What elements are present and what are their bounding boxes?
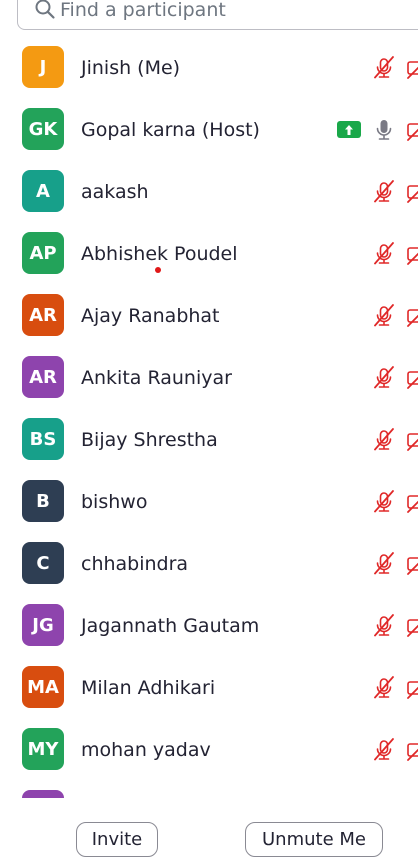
participant-row[interactable]: BS Bijay Shrestha (0, 410, 418, 472)
unmute-me-button[interactable]: Unmute Me (245, 822, 383, 857)
participant-name: aakash (81, 181, 149, 203)
participant-row[interactable]: JG Jagannath Gautam (0, 596, 418, 658)
participant-row[interactable]: MY mohan yadav (0, 720, 418, 782)
avatar: AR (22, 294, 64, 336)
avatar: AP (22, 232, 64, 274)
participant-row[interactable]: AP Abhishek Poudel (0, 224, 418, 286)
footer-bar: Invite Unmute Me (0, 798, 418, 862)
video-off-icon[interactable] (406, 675, 418, 701)
participant-row[interactable]: AR Ajay Ranabhat (0, 286, 418, 348)
participant-row[interactable]: Aaakash (0, 162, 418, 224)
video-off-icon[interactable] (406, 303, 418, 329)
video-off-icon[interactable] (406, 55, 418, 81)
share-screen-icon (337, 121, 361, 138)
search-input[interactable] (60, 0, 400, 22)
participant-name: Gopal karna (Host) (81, 119, 260, 141)
avatar (22, 790, 64, 798)
participant-name: Abhishek Poudel (81, 243, 238, 265)
avatar: J (22, 46, 64, 88)
annotation-dot (155, 267, 161, 273)
muted-mic-icon[interactable] (372, 737, 396, 763)
video-off-icon[interactable] (406, 489, 418, 515)
muted-mic-icon[interactable] (372, 179, 396, 205)
participant-row[interactable]: MA Milan Adhikari (0, 658, 418, 720)
video-off-icon[interactable] (406, 613, 418, 639)
participant-name: chhabindra (81, 553, 189, 575)
muted-mic-icon[interactable] (372, 303, 396, 329)
muted-mic-icon[interactable] (372, 55, 396, 81)
muted-mic-icon[interactable] (372, 365, 396, 391)
muted-mic-icon[interactable] (372, 427, 396, 453)
video-off-icon[interactable] (406, 241, 418, 267)
participant-name: Bijay Shrestha (81, 429, 218, 451)
mic-icon[interactable] (372, 117, 396, 143)
participant-row[interactable]: Bbishwo (0, 472, 418, 534)
search-icon (35, 0, 55, 19)
avatar: C (22, 542, 64, 584)
avatar: MY (22, 728, 64, 770)
muted-mic-icon[interactable] (372, 613, 396, 639)
muted-mic-icon[interactable] (372, 241, 396, 267)
invite-button[interactable]: Invite (76, 822, 158, 857)
participant-list[interactable]: J Jinish (Me) GK Gopal karna (Host) Aaakash A… (0, 38, 418, 798)
video-off-icon[interactable] (406, 117, 418, 143)
participant-row[interactable]: GK Gopal karna (Host) (0, 100, 418, 162)
avatar: MA (22, 666, 64, 708)
video-off-icon[interactable] (406, 551, 418, 577)
participant-name: Ajay Ranabhat (81, 305, 220, 327)
muted-mic-icon[interactable] (372, 551, 396, 577)
avatar: BS (22, 418, 64, 460)
participant-name: Milan Adhikari (81, 677, 216, 699)
video-off-icon[interactable] (406, 737, 418, 763)
avatar: B (22, 480, 64, 522)
muted-mic-icon[interactable] (372, 489, 396, 515)
participant-name: bishwo (81, 491, 148, 513)
avatar: GK (22, 108, 64, 150)
participant-row[interactable] (0, 782, 418, 798)
video-off-icon[interactable] (406, 365, 418, 391)
participant-name: mohan yadav (81, 739, 211, 761)
participant-name: Ankita Rauniyar (81, 367, 232, 389)
avatar: JG (22, 604, 64, 646)
participant-name: Jinish (Me) (81, 57, 181, 79)
participant-row[interactable]: Cchhabindra (0, 534, 418, 596)
video-off-icon[interactable] (406, 427, 418, 453)
avatar: AR (22, 356, 64, 398)
muted-mic-icon[interactable] (372, 675, 396, 701)
participant-row[interactable]: J Jinish (Me) (0, 38, 418, 100)
search-box[interactable] (17, 0, 418, 30)
avatar: A (22, 170, 64, 212)
video-off-icon[interactable] (406, 179, 418, 205)
participant-row[interactable]: AR Ankita Rauniyar (0, 348, 418, 410)
participant-name: Jagannath Gautam (81, 615, 260, 637)
